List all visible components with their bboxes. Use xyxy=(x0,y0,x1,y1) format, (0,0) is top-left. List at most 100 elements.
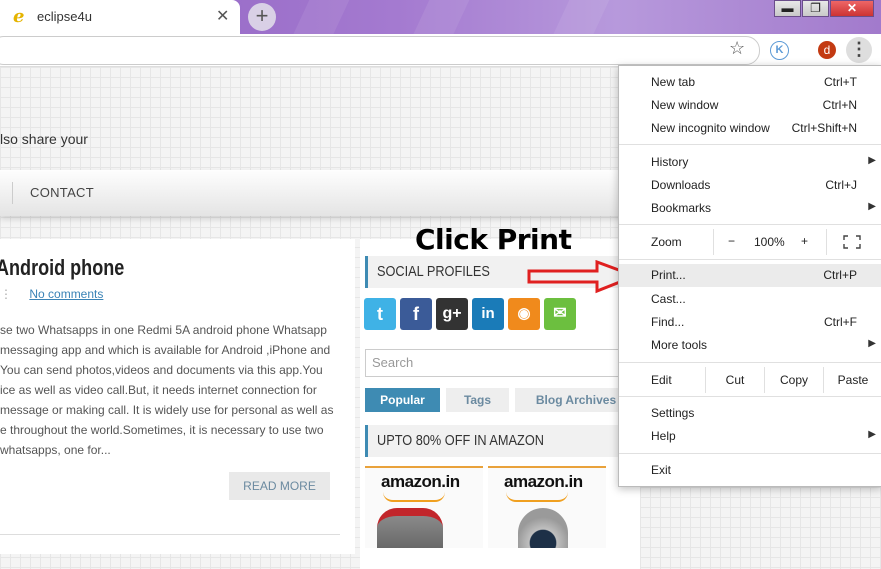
menu-label: Find... xyxy=(651,315,685,329)
menu-find[interactable]: Find... Ctrl+F xyxy=(619,311,881,334)
menu-shortcut: Ctrl+F xyxy=(824,315,857,329)
menu-divider xyxy=(619,259,881,260)
amazon-logo: amazon.in xyxy=(504,472,583,491)
facebook-icon[interactable]: f xyxy=(400,298,432,330)
watch-image xyxy=(518,508,568,548)
product-image xyxy=(377,508,443,548)
site-navbar: CONTACT xyxy=(0,170,640,216)
post-title[interactable]: Android phone xyxy=(0,255,124,281)
sidebar-tabs: Popular Tags Blog Archives xyxy=(365,388,643,412)
amazon-smile-icon xyxy=(383,492,445,502)
menu-label: Exit xyxy=(651,463,672,477)
search-placeholder: Search xyxy=(372,355,414,370)
menu-label: Downloads xyxy=(651,178,711,192)
menu-label: Help xyxy=(651,429,676,443)
menu-divider xyxy=(619,453,881,454)
menu-label: Edit xyxy=(651,373,672,387)
fullscreen-icon[interactable] xyxy=(843,235,861,249)
menu-downloads[interactable]: Downloads Ctrl+J xyxy=(619,174,881,197)
minimize-button[interactable]: ▬ xyxy=(774,0,801,17)
menu-divider xyxy=(619,224,881,225)
meta-separator: ⋮ xyxy=(0,287,12,301)
post-divider xyxy=(0,534,340,535)
menu-shortcut: Ctrl+P xyxy=(823,268,857,282)
tabbar-decoration xyxy=(541,0,619,34)
maximize-button[interactable]: ❐ xyxy=(802,0,829,17)
social-icons: t f g+ in ◉ ✉ xyxy=(364,298,580,330)
linkedin-icon[interactable]: in xyxy=(472,298,504,330)
menu-label: New window xyxy=(651,98,719,112)
zoom-in-button[interactable]: + xyxy=(801,234,808,248)
menu-label: Zoom xyxy=(651,235,682,249)
nav-divider xyxy=(12,182,13,204)
menu-shortcut: Ctrl+Shift+N xyxy=(791,121,857,135)
tabbar-decoration xyxy=(281,0,359,34)
menu-edit-row: Edit Cut Copy Paste xyxy=(619,367,881,393)
post-excerpt: se two Whatsapps in one Redmi 5A android… xyxy=(0,323,334,457)
menu-print[interactable]: Print... Ctrl+P xyxy=(619,264,881,287)
submenu-arrow-icon: ▶ xyxy=(868,201,876,212)
new-tab-button[interactable]: + xyxy=(248,3,276,31)
menu-help[interactable]: Help ▶ xyxy=(619,425,881,448)
product-card[interactable]: amazon.in xyxy=(488,466,606,548)
menu-shortcut: Ctrl+J xyxy=(825,178,857,192)
menu-exit[interactable]: Exit xyxy=(619,459,881,482)
menu-label: Cast... xyxy=(651,292,686,306)
amazon-smile-icon xyxy=(506,492,568,502)
cut-button[interactable]: Cut xyxy=(705,367,764,393)
close-tab-icon[interactable]: ✕ xyxy=(216,6,229,26)
submenu-arrow-icon: ▶ xyxy=(868,338,876,349)
menu-new-window[interactable]: New window Ctrl+N xyxy=(619,94,881,117)
menu-label: Bookmarks xyxy=(651,201,712,215)
submenu-arrow-icon: ▶ xyxy=(868,429,876,440)
submenu-arrow-icon: ▶ xyxy=(868,155,876,166)
close-window-button[interactable]: ✕ xyxy=(830,0,874,17)
menu-history[interactable]: History ▶ xyxy=(619,151,881,174)
browser-menu-button[interactable]: ⋮ xyxy=(846,37,872,63)
menu-divider xyxy=(619,144,881,145)
rss-icon[interactable]: ◉ xyxy=(508,298,540,330)
browser-tab[interactable]: e eclipse4u ✕ xyxy=(0,0,240,34)
section-heading-text: UPTO 80% OFF IN AMAZON xyxy=(377,432,544,449)
menu-label: More tools xyxy=(651,338,708,352)
menu-divider xyxy=(619,362,881,363)
paste-button[interactable]: Paste xyxy=(823,367,881,393)
browser-toolbar: ☆ K d ⋮ xyxy=(0,34,881,67)
menu-new-tab[interactable]: New tab Ctrl+T xyxy=(619,71,881,94)
tab-tags[interactable]: Tags xyxy=(446,388,509,412)
browser-menu: New tab Ctrl+T New window Ctrl+N New inc… xyxy=(618,65,881,487)
menu-divider xyxy=(619,396,881,397)
copy-button[interactable]: Copy xyxy=(764,367,823,393)
menu-cast[interactable]: Cast... xyxy=(619,288,881,311)
window-controls: ▬ ❐ ✕ xyxy=(774,0,875,18)
bookmark-star-icon[interactable]: ☆ xyxy=(729,38,745,59)
tab-strip: e eclipse4u ✕ + ▬ ❐ ✕ xyxy=(0,0,881,34)
product-card[interactable]: amazon.in xyxy=(365,466,483,548)
menu-bookmarks[interactable]: Bookmarks ▶ xyxy=(619,197,881,220)
read-more-button[interactable]: READ MORE xyxy=(229,472,330,500)
menu-zoom-row: Zoom − 100% + xyxy=(619,229,881,255)
tab-popular[interactable]: Popular xyxy=(365,388,440,412)
section-heading-text: SOCIAL PROFILES xyxy=(377,263,490,280)
tab-title: eclipse4u xyxy=(37,9,92,24)
zoom-out-button[interactable]: − xyxy=(728,234,735,248)
menu-more-tools[interactable]: More tools ▶ xyxy=(619,334,881,357)
googleplus-icon[interactable]: g+ xyxy=(436,298,468,330)
address-bar[interactable] xyxy=(0,36,760,65)
nav-contact-link[interactable]: CONTACT xyxy=(30,185,94,200)
post-card: Android phone ⋮ No comments se two Whats… xyxy=(0,239,355,554)
twitter-icon[interactable]: t xyxy=(364,298,396,330)
extension-icon[interactable]: K xyxy=(770,41,789,60)
profile-avatar[interactable]: d xyxy=(818,41,836,59)
menu-label: New incognito window xyxy=(651,121,770,135)
amazon-heading: UPTO 80% OFF IN AMAZON xyxy=(365,425,638,457)
email-icon[interactable]: ✉ xyxy=(544,298,576,330)
post-meta: ⋮ No comments xyxy=(0,287,103,301)
menu-shortcut: Ctrl+T xyxy=(824,75,857,89)
click-print-annotation: Click Print xyxy=(415,223,572,256)
menu-new-incognito[interactable]: New incognito window Ctrl+Shift+N xyxy=(619,117,881,140)
menu-settings[interactable]: Settings xyxy=(619,402,881,425)
search-input[interactable]: Search xyxy=(365,349,627,377)
comments-link[interactable]: No comments xyxy=(29,287,103,301)
amazon-logo: amazon.in xyxy=(381,472,460,491)
